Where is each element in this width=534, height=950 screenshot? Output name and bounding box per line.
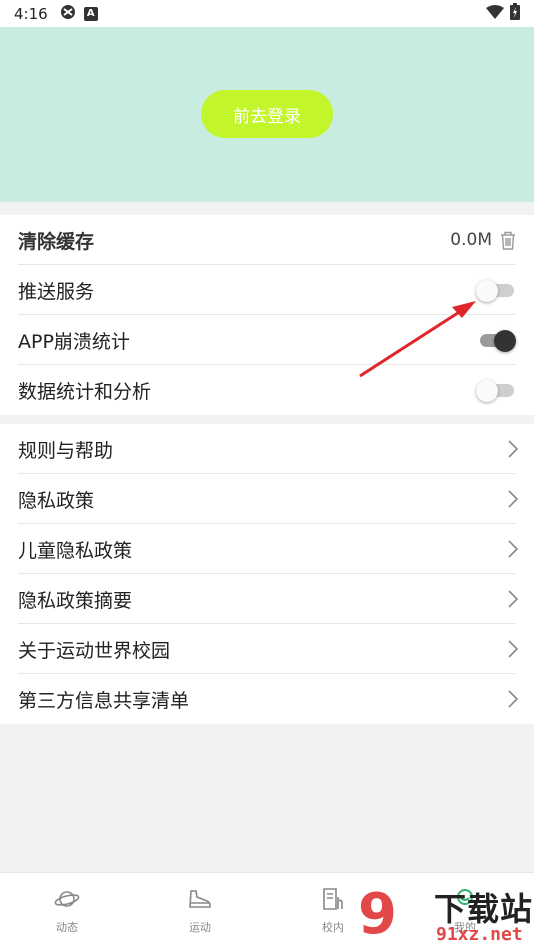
- link-third-party-sharing[interactable]: 第三方信息共享清单: [0, 674, 534, 724]
- link-about[interactable]: 关于运动世界校园: [0, 624, 534, 674]
- a-notification-icon: A: [83, 6, 98, 21]
- data-analysis-label: 数据统计和分析: [18, 380, 152, 403]
- planet-icon: [54, 887, 80, 915]
- data-analysis-row: 数据统计和分析: [0, 365, 534, 415]
- chevron-right-icon: [508, 490, 518, 508]
- link-label: 隐私政策: [18, 489, 95, 512]
- link-privacy-summary[interactable]: 隐私政策摘要: [0, 574, 534, 624]
- link-label: 儿童隐私政策: [18, 539, 133, 562]
- login-banner: 前去登录: [0, 27, 534, 202]
- cache-size-value: 0.0M: [450, 230, 492, 250]
- tab-label: 运动: [189, 921, 211, 934]
- campus-icon: [320, 887, 346, 915]
- link-label: 第三方信息共享清单: [18, 689, 190, 712]
- shoe-icon: [187, 887, 213, 915]
- chevron-right-icon: [508, 590, 518, 608]
- tab-feed[interactable]: 动态: [32, 887, 102, 935]
- battery-icon: [510, 3, 520, 24]
- link-label: 隐私政策摘要: [18, 589, 133, 612]
- links-group: 规则与帮助 隐私政策 儿童隐私政策 隐私政策摘要 关于运动世界校园 第三方信息共…: [0, 424, 534, 724]
- push-service-row: 推送服务: [0, 265, 534, 315]
- tab-label: 校内: [322, 921, 344, 934]
- clear-cache-label: 清除缓存: [18, 230, 95, 253]
- crash-stats-toggle[interactable]: [476, 330, 516, 352]
- settings-group: 清除缓存 0.0M 推送服务 APP崩溃统计 数据统计和分析: [0, 215, 534, 415]
- chevron-right-icon: [508, 640, 518, 658]
- a-notification-letter: A: [86, 8, 95, 19]
- link-children-privacy[interactable]: 儿童隐私政策: [0, 524, 534, 574]
- link-privacy-policy[interactable]: 隐私政策: [0, 474, 534, 524]
- watermark-text-sub: 91xz.net: [436, 924, 523, 945]
- site-watermark: 9 下载站 91xz.net: [358, 880, 534, 950]
- chevron-right-icon: [508, 540, 518, 558]
- wifi-icon: [486, 4, 504, 23]
- status-bar: 4:16 A: [0, 0, 534, 27]
- crash-stats-row: APP崩溃统计: [0, 315, 534, 365]
- chevron-right-icon: [508, 690, 518, 708]
- push-service-toggle[interactable]: [476, 280, 516, 302]
- tab-sport[interactable]: 运动: [165, 887, 235, 935]
- watermark-logo: 9: [358, 882, 397, 947]
- crash-stats-label: APP崩溃统计: [18, 330, 130, 353]
- link-rules-help[interactable]: 规则与帮助: [0, 424, 534, 474]
- link-label: 规则与帮助: [18, 439, 114, 462]
- login-button[interactable]: 前去登录: [201, 90, 333, 138]
- tab-label: 动态: [56, 921, 78, 934]
- data-analysis-toggle[interactable]: [476, 380, 516, 402]
- status-time: 4:16: [14, 4, 48, 23]
- app-notification-icon: [60, 4, 76, 24]
- push-service-label: 推送服务: [18, 280, 95, 303]
- link-label: 关于运动世界校园: [18, 639, 171, 662]
- chevron-right-icon: [508, 440, 518, 458]
- clear-cache-row[interactable]: 清除缓存 0.0M: [0, 215, 534, 265]
- trash-icon[interactable]: [500, 231, 516, 250]
